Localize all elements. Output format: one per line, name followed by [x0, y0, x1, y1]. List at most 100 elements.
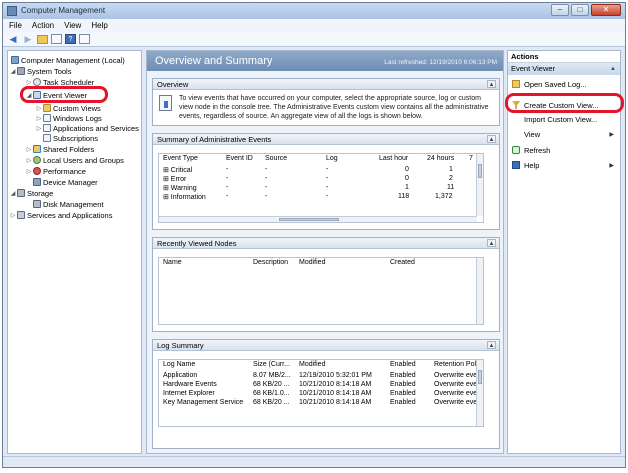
action-label: Refresh: [524, 145, 551, 155]
vertical-scrollbar[interactable]: [476, 154, 483, 216]
cell: ⊞ Error: [163, 176, 187, 183]
expand-triangle-icon[interactable]: ◢: [10, 68, 16, 75]
expand-triangle-icon[interactable]: ◢: [10, 190, 16, 197]
services-icon: [17, 211, 25, 219]
column-header[interactable]: Size (Curr...: [253, 361, 290, 368]
table-row[interactable]: Internet Explorer 68 KB/1.0... 10/21/201…: [159, 389, 483, 398]
collapse-triangle-icon[interactable]: ▷: [10, 212, 16, 219]
column-header[interactable]: Last hour: [379, 155, 408, 162]
menu-view[interactable]: View: [64, 21, 81, 30]
collapse-triangle-icon[interactable]: ▷: [36, 105, 42, 112]
table-row[interactable]: Application 8.07 MB/2... 12/19/2010 5:32…: [159, 371, 483, 380]
menu-bar: File Action View Help: [3, 19, 625, 32]
tree-item-local-users-groups[interactable]: ▷ Local Users and Groups: [26, 155, 124, 165]
minimize-button[interactable]: –: [551, 4, 569, 16]
computer-icon: [11, 56, 19, 64]
column-header[interactable]: Modified: [299, 361, 325, 368]
tree-item-performance[interactable]: ▷ Performance: [26, 166, 86, 176]
tree-item-subscriptions[interactable]: Subscriptions: [42, 133, 98, 143]
table-row[interactable]: ⊞ Critical - - - 0 1: [159, 165, 483, 174]
column-header[interactable]: Description: [253, 259, 288, 266]
vertical-scrollbar[interactable]: [476, 258, 483, 324]
collapse-caret-icon[interactable]: ▲: [487, 135, 496, 143]
cell: 1: [449, 166, 453, 173]
column-header[interactable]: 24 hours: [427, 155, 454, 162]
section-header[interactable]: Summary of Administrative Events ▲: [153, 134, 499, 145]
menu-action[interactable]: Action: [32, 21, 54, 30]
scroll-thumb[interactable]: [478, 164, 482, 178]
action-refresh[interactable]: Refresh: [508, 145, 620, 155]
column-header[interactable]: Event Type: [163, 155, 198, 162]
menu-help[interactable]: Help: [91, 21, 107, 30]
tree-item-custom-views[interactable]: ▷ Custom Views: [36, 103, 101, 113]
action-help[interactable]: Help ▶: [508, 160, 620, 170]
up-folder-icon[interactable]: [37, 34, 48, 44]
column-header[interactable]: Log Name: [163, 361, 195, 368]
collapse-triangle-icon[interactable]: ▷: [26, 146, 32, 153]
collapse-caret-icon[interactable]: ▲: [610, 63, 616, 75]
cell: ⊞ Information: [163, 194, 206, 201]
tree-item-disk-management[interactable]: Disk Management: [32, 199, 103, 209]
column-header[interactable]: Log: [326, 155, 338, 162]
tree-label: Applications and Services Logs: [53, 123, 141, 133]
collapse-caret-icon[interactable]: ▲: [487, 341, 496, 349]
table-row[interactable]: Hardware Events 68 KB/20 ... 10/21/2010 …: [159, 380, 483, 389]
section-title: Recently Viewed Nodes: [157, 239, 237, 248]
collapse-triangle-icon[interactable]: ▷: [26, 79, 32, 86]
show-hide-action-pane-icon[interactable]: [79, 34, 90, 44]
maximize-button[interactable]: □: [571, 4, 589, 16]
scroll-thumb[interactable]: [478, 370, 482, 384]
tree-item-system-tools[interactable]: ◢ System Tools: [10, 66, 72, 76]
collapse-triangle-icon[interactable]: ▷: [26, 157, 32, 164]
action-import-custom-view[interactable]: Import Custom View...: [508, 114, 620, 124]
cell: -: [265, 193, 268, 200]
table-row[interactable]: ⊞ Error - - - 0 2: [159, 174, 483, 183]
actions-subheader-event-viewer[interactable]: Event Viewer ▲: [508, 63, 620, 75]
action-view[interactable]: View ▶: [508, 129, 620, 139]
cell: Enabled: [390, 390, 416, 397]
section-header[interactable]: Recently Viewed Nodes ▲: [153, 238, 499, 249]
column-header[interactable]: Event ID: [226, 155, 253, 162]
horizontal-scrollbar[interactable]: [159, 216, 477, 222]
collapse-triangle-icon[interactable]: ▷: [36, 125, 42, 132]
tree-item-shared-folders[interactable]: ▷ Shared Folders: [26, 144, 95, 154]
tree-item-applications-services-logs[interactable]: ▷ Applications and Services Logs: [36, 123, 141, 133]
cell: 68 KB/20 ...: [253, 399, 290, 406]
column-header[interactable]: 7: [469, 155, 473, 162]
cell: Enabled: [390, 399, 416, 406]
show-hide-tree-icon[interactable]: [51, 34, 62, 44]
collapse-triangle-icon[interactable]: ▷: [36, 115, 42, 122]
overview-section: Overview ▲ To view events that have occu…: [152, 78, 500, 126]
section-header[interactable]: Overview ▲: [153, 79, 499, 90]
collapse-triangle-icon[interactable]: ▷: [26, 168, 32, 175]
toolbar: ◀ ▶ ?: [3, 32, 625, 47]
forward-arrow-icon[interactable]: ▶: [22, 34, 34, 45]
tree-item-computer-management[interactable]: Computer Management (Local): [10, 55, 125, 65]
section-header[interactable]: Log Summary ▲: [153, 340, 499, 351]
column-header[interactable]: Created: [390, 259, 415, 266]
tree-item-services-applications[interactable]: ▷ Services and Applications: [10, 210, 113, 220]
subscriptions-icon: [43, 134, 51, 142]
collapse-caret-icon[interactable]: ▲: [487, 80, 496, 88]
column-header[interactable]: Modified: [299, 259, 325, 266]
column-header[interactable]: Retention Polic: [434, 361, 481, 368]
log-icon: [43, 114, 51, 122]
action-open-saved-log[interactable]: Open Saved Log...: [508, 79, 620, 89]
help-icon[interactable]: ?: [65, 34, 76, 44]
collapse-caret-icon[interactable]: ▲: [487, 239, 496, 247]
table-row[interactable]: ⊞ Warning - - - 1 11: [159, 183, 483, 192]
column-header[interactable]: Name: [163, 259, 182, 266]
close-button[interactable]: ✕: [591, 4, 621, 16]
table-row[interactable]: Key Management Service 68 KB/20 ... 10/2…: [159, 398, 483, 407]
tree-item-windows-logs[interactable]: ▷ Windows Logs: [36, 113, 102, 123]
scroll-thumb[interactable]: [279, 218, 339, 221]
tree-item-device-manager[interactable]: Device Manager: [32, 177, 98, 187]
refresh-icon: [512, 146, 520, 154]
tree-item-storage[interactable]: ◢ Storage: [10, 188, 54, 198]
table-row[interactable]: ⊞ Information - - - 118 1,372: [159, 192, 483, 201]
back-arrow-icon[interactable]: ◀: [7, 34, 19, 45]
vertical-scrollbar[interactable]: [476, 360, 483, 426]
column-header[interactable]: Enabled: [390, 361, 416, 368]
menu-file[interactable]: File: [9, 21, 22, 30]
column-header[interactable]: Source: [265, 155, 287, 162]
